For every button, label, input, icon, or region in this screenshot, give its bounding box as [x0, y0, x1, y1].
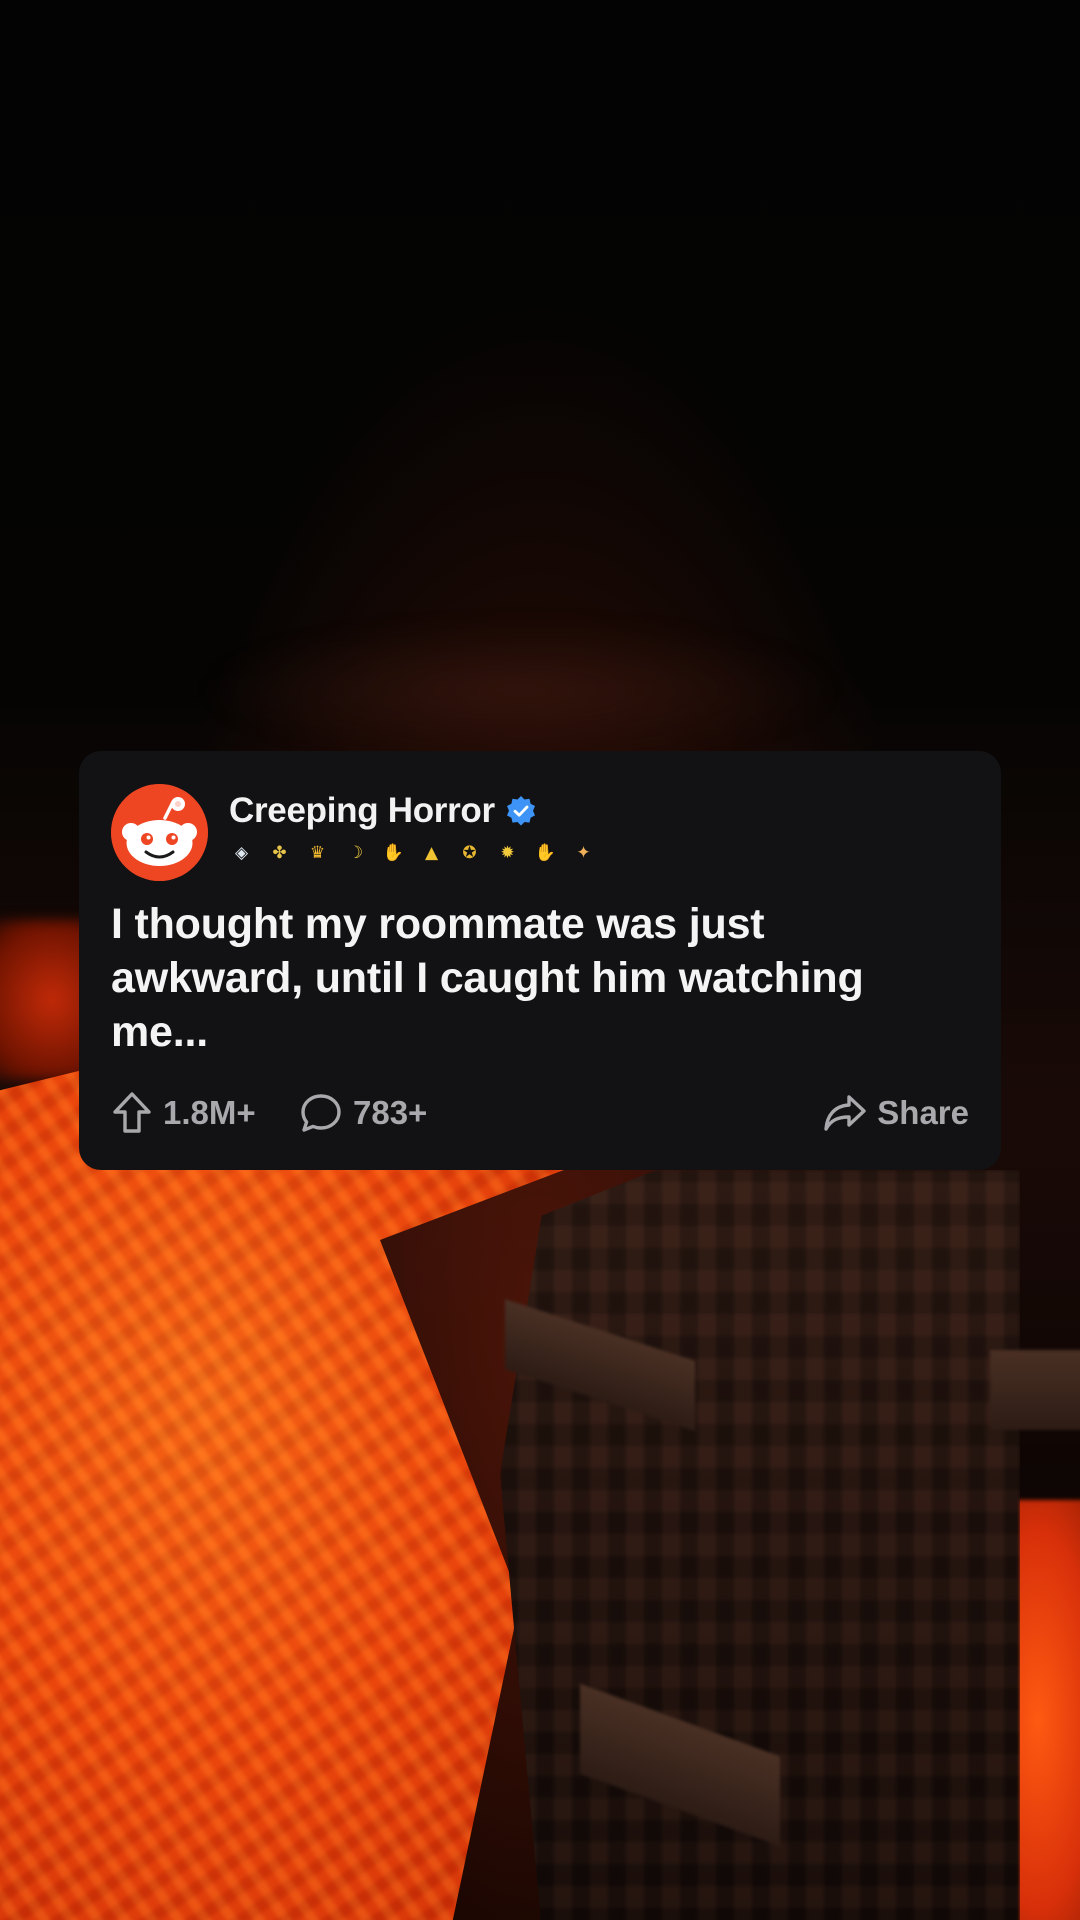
award-helmet-icon: ▲	[424, 843, 439, 863]
award-hands-icon: ✋	[382, 843, 405, 863]
award-rocket-icon: ✦	[576, 843, 591, 863]
reddit-snoo-icon	[111, 784, 208, 881]
award-gem-icon: ◈	[234, 843, 249, 863]
fence-rail	[990, 1350, 1080, 1430]
award-banana-icon: ☽	[347, 843, 364, 863]
award-gold-icon: ✪	[462, 843, 477, 863]
upvote-button[interactable]: 1.8M+	[111, 1087, 256, 1139]
post-actions: 1.8M+ 783+ Share	[111, 1087, 969, 1139]
share-label: Share	[877, 1094, 969, 1131]
background-haze	[200, 620, 840, 760]
share-arrow-icon	[824, 1095, 866, 1131]
award-wave-icon: ✋	[534, 843, 557, 863]
author-row: Creeping Horror	[229, 793, 537, 828]
reddit-post-card[interactable]: Creeping Horror ◈ ✤ ♛ ☽ ✋ ▲ ✪ ✹ ✋ ✦ I thought my …	[79, 751, 1001, 1170]
award-trophy-icon: ♛	[309, 843, 326, 863]
comment-bubble-icon	[301, 1094, 341, 1132]
comment-count: 783+	[353, 1094, 428, 1131]
comments-button[interactable]: 783+	[299, 1087, 427, 1139]
share-button[interactable]: Share	[823, 1087, 969, 1139]
author-name[interactable]: Creeping Horror	[229, 793, 495, 828]
avatar[interactable]	[111, 784, 208, 881]
verified-badge-icon	[506, 795, 535, 825]
post-title[interactable]: I thought my roommate was just awkward, …	[111, 897, 961, 1059]
upvote-arrow-icon	[113, 1092, 151, 1133]
award-burst-icon: ✹	[500, 843, 515, 863]
upvote-count: 1.8M+	[163, 1094, 256, 1131]
award-clover-icon: ✤	[272, 843, 287, 863]
awards-row: ◈ ✤ ♛ ☽ ✋ ▲ ✪ ✹ ✋ ✦	[228, 840, 597, 867]
